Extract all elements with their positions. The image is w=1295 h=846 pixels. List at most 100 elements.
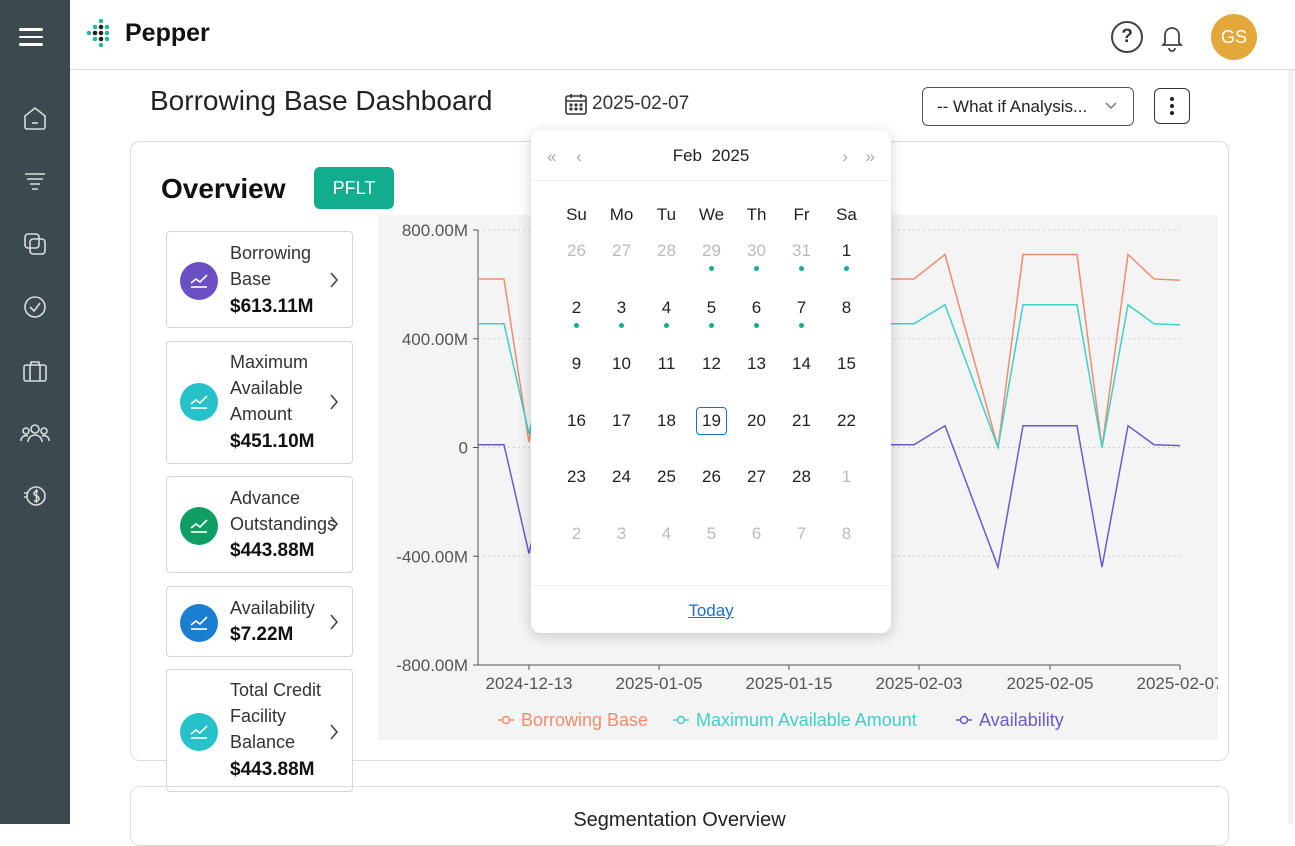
calendar-day[interactable]: 15 bbox=[824, 349, 869, 406]
app-logo[interactable]: Pepper bbox=[84, 18, 210, 48]
calendar-day-number: 28 bbox=[792, 467, 811, 486]
calendar-day[interactable]: 23 bbox=[554, 462, 599, 519]
home-icon[interactable] bbox=[20, 103, 50, 133]
calendar-day-number: 12 bbox=[702, 354, 721, 373]
x-tick-label: 2025-01-05 bbox=[616, 674, 703, 693]
help-icon[interactable]: ? bbox=[1111, 21, 1143, 53]
calendar-month-year[interactable]: Feb 2025 bbox=[531, 146, 891, 166]
chevron-right-icon[interactable] bbox=[328, 392, 340, 417]
selected-date: 2025-02-07 bbox=[592, 93, 690, 114]
layers-icon[interactable] bbox=[20, 229, 50, 259]
calendar-day-number: 27 bbox=[612, 241, 631, 260]
calendar-day[interactable]: 20 bbox=[734, 406, 779, 463]
calendar-day[interactable]: 31 bbox=[779, 236, 824, 293]
calendar-day[interactable]: 3 bbox=[599, 519, 644, 576]
calendar-day-number: 25 bbox=[657, 467, 676, 486]
today-link[interactable]: Today bbox=[688, 601, 733, 621]
metric-card[interactable]: Borrowing Base $613.11M bbox=[166, 231, 353, 328]
briefcase-icon[interactable] bbox=[20, 356, 50, 386]
calendar-day[interactable]: 28 bbox=[779, 462, 824, 519]
calendar-day[interactable]: 5 bbox=[689, 519, 734, 576]
calendar-day[interactable]: 1 bbox=[824, 236, 869, 293]
data-available-dot bbox=[574, 322, 579, 328]
calendar-day[interactable]: 18 bbox=[644, 406, 689, 463]
next-year-icon[interactable]: » bbox=[866, 147, 875, 167]
calendar-day[interactable]: 26 bbox=[689, 462, 734, 519]
calendar-day-number: 17 bbox=[612, 410, 631, 430]
chevron-right-icon[interactable] bbox=[328, 270, 340, 295]
calendar-day[interactable]: 7 bbox=[779, 293, 824, 350]
calendar-day[interactable]: 13 bbox=[734, 349, 779, 406]
metric-card[interactable]: Availability $7.22M bbox=[166, 586, 353, 657]
metric-label-line: Amount bbox=[230, 404, 293, 424]
y-tick-label: -800.00M bbox=[396, 656, 468, 675]
calendar-day-number: 22 bbox=[837, 410, 856, 430]
funnel-icon[interactable] bbox=[20, 167, 50, 197]
menu-icon[interactable] bbox=[19, 28, 43, 48]
top-bar: Pepper ? GS bbox=[70, 0, 1295, 70]
week-row: 26 27 28 29 30 31 1 bbox=[554, 236, 869, 293]
calendar-day[interactable]: 30 bbox=[734, 236, 779, 293]
chevron-right-icon[interactable] bbox=[328, 514, 340, 539]
calendar-day[interactable]: 1 bbox=[824, 462, 869, 519]
metric-label: Availability bbox=[230, 595, 315, 621]
metric-card[interactable]: Advance Outstandings $443.88M bbox=[166, 476, 353, 573]
calendar-day[interactable]: 7 bbox=[779, 519, 824, 576]
avatar[interactable]: GS bbox=[1211, 14, 1257, 60]
calendar-day[interactable]: 24 bbox=[599, 462, 644, 519]
calendar-day[interactable]: 29 bbox=[689, 236, 734, 293]
calendar-day[interactable]: 11 bbox=[644, 349, 689, 406]
metric-label: Borrowing Base bbox=[230, 240, 311, 292]
chevron-right-icon[interactable] bbox=[328, 722, 340, 747]
calendar-day-number: 13 bbox=[747, 354, 766, 373]
calendar-day[interactable]: 25 bbox=[644, 462, 689, 519]
calendar-day[interactable]: 6 bbox=[734, 293, 779, 350]
calendar-day[interactable]: 22 bbox=[824, 406, 869, 463]
calendar-day[interactable]: 26 bbox=[554, 236, 599, 293]
calendar-day-number: 24 bbox=[612, 467, 631, 486]
check-circle-icon[interactable] bbox=[20, 292, 50, 322]
page-scrollbar[interactable] bbox=[1287, 70, 1295, 824]
calendar-day[interactable]: 2 bbox=[554, 293, 599, 350]
calendar-header: « ‹ Feb 2025 › » bbox=[531, 130, 891, 181]
calendar-day-number: 5 bbox=[706, 523, 717, 543]
calendar-day[interactable]: 27 bbox=[734, 462, 779, 519]
calendar-day[interactable]: 21 bbox=[779, 406, 824, 463]
calendar-day-number: 1 bbox=[841, 241, 852, 260]
metric-card[interactable]: Maximum Available Amount $451.10M bbox=[166, 341, 353, 464]
dollar-history-icon[interactable] bbox=[20, 481, 50, 511]
calendar-day[interactable]: 4 bbox=[644, 519, 689, 576]
calendar-day[interactable]: 9 bbox=[554, 349, 599, 406]
calendar-day[interactable]: 6 bbox=[734, 519, 779, 576]
calendar-day-today[interactable]: 19 bbox=[689, 406, 734, 463]
calendar-day-number: 9 bbox=[571, 354, 582, 373]
what-if-analysis-select[interactable]: -- What if Analysis... bbox=[922, 87, 1134, 126]
team-icon[interactable] bbox=[20, 419, 50, 449]
calendar-day[interactable]: 16 bbox=[554, 406, 599, 463]
calendar-day[interactable]: 10 bbox=[599, 349, 644, 406]
calendar-day[interactable]: 28 bbox=[644, 236, 689, 293]
more-options-button[interactable] bbox=[1154, 88, 1190, 124]
chevron-down-icon bbox=[1105, 102, 1117, 110]
next-month-icon[interactable]: › bbox=[842, 147, 848, 167]
calendar-year[interactable]: 2025 bbox=[711, 146, 749, 165]
calendar-day[interactable]: 8 bbox=[824, 293, 869, 350]
calendar-day[interactable]: 27 bbox=[599, 236, 644, 293]
calendar-day[interactable]: 14 bbox=[779, 349, 824, 406]
legend-label: Maximum Available Amount bbox=[696, 710, 917, 730]
calendar-day[interactable]: 2 bbox=[554, 519, 599, 576]
bell-icon[interactable] bbox=[1157, 22, 1187, 52]
chevron-right-icon[interactable] bbox=[328, 612, 340, 637]
date-picker-popup: « ‹ Feb 2025 › » Su Mo Tu We Th Fr Sa 26 27 28 29 3… bbox=[531, 130, 891, 633]
calendar-day[interactable]: 8 bbox=[824, 519, 869, 576]
calendar-day[interactable]: 5 bbox=[689, 293, 734, 350]
calendar-day[interactable]: 3 bbox=[599, 293, 644, 350]
calendar-day[interactable]: 12 bbox=[689, 349, 734, 406]
calendar-day[interactable]: 4 bbox=[644, 293, 689, 350]
date-picker[interactable]: 2025-02-07 bbox=[564, 92, 689, 116]
calendar-day[interactable]: 17 bbox=[599, 406, 644, 463]
calendar-month[interactable]: Feb bbox=[673, 146, 702, 165]
data-available-dot bbox=[799, 266, 804, 271]
metric-card[interactable]: Total Credit Facility Balance $443.88M bbox=[166, 669, 353, 792]
fund-badge-button[interactable]: PFLT bbox=[314, 167, 394, 209]
